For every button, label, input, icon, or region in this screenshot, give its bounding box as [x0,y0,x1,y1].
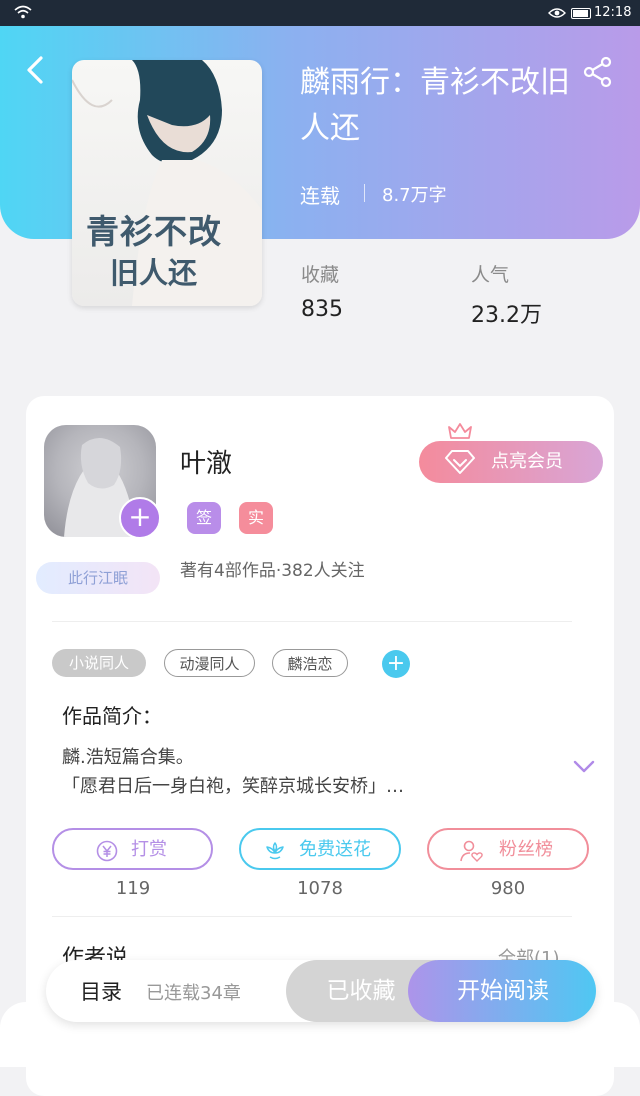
author-info: 著有4部作品·382人关注 [180,561,365,581]
table-of-contents-button[interactable]: 目录 [80,976,122,1006]
verified-badge: 实 [239,502,273,534]
flower-icon [266,842,284,860]
tip-button[interactable]: 打赏 [52,828,213,870]
follow-author-button[interactable]: + [119,497,161,539]
serial-status: 连载 [300,184,340,208]
stat-label-favorites: 收藏 [301,264,340,286]
vip-button-label: 点亮会员 [491,451,563,472]
section-divider [52,916,572,917]
yen-coin-icon [96,840,118,862]
word-count: 8.7万字 [382,185,447,206]
clock: 12:18 [594,5,632,20]
tag-chip[interactable]: 小说同人 [52,649,146,677]
eye-icon [548,8,566,18]
bottom-action-bar: 目录 已连载34章 已收藏 开始阅读 [46,960,596,1022]
chevron-down-icon[interactable] [572,758,596,776]
author-flair: 此行江眠 [36,562,160,594]
signed-badge: 签 [187,502,221,534]
stat-value-popularity: 23.2万 [471,303,542,328]
section-divider [52,621,572,622]
send-flower-label: 免费送花 [299,839,371,860]
fan-ranking-button[interactable]: 粉丝榜 [427,828,589,870]
divider [364,184,365,202]
book-cover[interactable]: 青衫不改 旧人还 [72,60,262,306]
stat-value-favorites: 835 [301,297,343,322]
activate-vip-button[interactable]: 点亮会员 [419,441,603,483]
intro-heading: 作品简介： [62,704,162,728]
add-tag-button[interactable]: + [382,650,410,678]
flower-count: 1078 [297,878,343,899]
tag-chip[interactable]: 动漫同人 [164,649,255,677]
share-icon[interactable] [582,56,614,88]
start-reading-button[interactable]: 开始阅读 [408,960,596,1022]
cover-title-1: 青衫不改 [86,212,222,251]
send-flower-button[interactable]: 免费送花 [239,828,401,870]
tip-count: 119 [115,878,151,899]
wifi-icon [14,5,32,19]
tag-chip[interactable]: 麟浩恋 [272,649,348,677]
diamond-icon [445,450,475,474]
status-bar: 12:18 [0,0,640,26]
cover-title-2: 旧人还 [110,256,198,290]
crown-icon [448,423,472,439]
fan-ranking-label: 粉丝榜 [499,839,553,860]
chapter-count: 已连载34章 [146,983,241,1004]
intro-line: 麟.浩短篇合集。 [62,747,194,768]
book-title: 麟雨行：青衫不改旧人还 [300,65,570,146]
author-name[interactable]: 叶澈 [180,443,232,480]
intro-line: 「愿君日后一身白袍，笑醉京城长安桥」… [62,776,404,797]
stat-label-popularity: 人气 [471,264,510,286]
user-heart-icon [460,840,483,862]
battery-icon [571,8,591,19]
fan-count: 980 [490,878,526,899]
tip-label: 打赏 [131,839,167,860]
back-arrow-icon[interactable] [24,55,46,85]
